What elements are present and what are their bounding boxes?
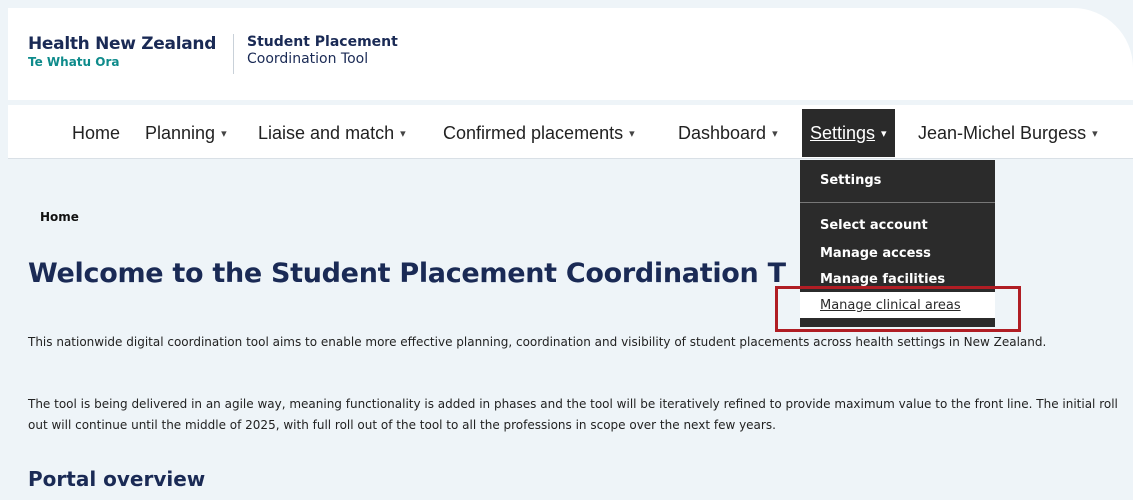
main-nav: Home Planning ▾ Liaise and match ▾ Confirm… [8, 105, 1133, 159]
tool-name-line2: Coordination Tool [247, 51, 369, 67]
intro-paragraph-2: The tool is being delivered in an agile … [28, 397, 1118, 432]
nav-home-label: Home [72, 123, 121, 143]
site-header: Health New Zealand Te Whatu Ora Student … [8, 8, 1133, 100]
nav-settings[interactable]: Settings ▾ [802, 109, 895, 157]
chevron-down-icon: ▾ [400, 128, 406, 140]
menu-item-manage-facilities[interactable]: Manage facilities [820, 272, 945, 287]
chevron-down-icon: ▾ [772, 128, 778, 140]
chevron-down-icon: ▾ [221, 128, 227, 140]
chevron-down-icon: ▾ [629, 128, 635, 140]
menu-divider [800, 202, 995, 203]
nav-liaise-and-match[interactable]: Liaise and match ▾ [258, 118, 406, 148]
menu-item-manage-access[interactable]: Manage access [820, 246, 931, 261]
breadcrumb[interactable]: Home [40, 210, 79, 224]
nav-planning-label: Planning [145, 123, 216, 143]
section-title: Portal overview [28, 467, 206, 491]
tool-name: Student Placement Coordination Tool [247, 34, 398, 68]
chevron-down-icon: ▾ [1092, 128, 1098, 140]
intro-paragraph-1: This nationwide digital coordination too… [28, 335, 1047, 349]
nav-user-menu[interactable]: Jean-Michel Burgess ▾ [918, 118, 1098, 148]
chevron-down-icon: ▾ [881, 128, 887, 140]
nav-planning[interactable]: Planning ▾ [145, 118, 227, 148]
brand-logo[interactable]: Health New Zealand Te Whatu Ora [28, 34, 216, 69]
nav-home[interactable]: Home [72, 118, 120, 148]
menu-item-settings[interactable]: Settings [820, 173, 881, 188]
brand-name: Health New Zealand [28, 34, 217, 54]
nav-settings-label: Settings [810, 123, 876, 143]
nav-confirmed-placements[interactable]: Confirmed placements ▾ [443, 118, 635, 148]
nav-dashboard[interactable]: Dashboard ▾ [678, 118, 778, 148]
brand-divider [233, 34, 234, 74]
nav-user-label: Jean-Michel Burgess [918, 123, 1087, 143]
nav-dashboard-label: Dashboard [678, 123, 767, 143]
nav-liaise-label: Liaise and match [258, 123, 395, 143]
brand-subtitle: Te Whatu Ora [28, 55, 120, 69]
nav-confirmed-label: Confirmed placements [443, 123, 624, 143]
tool-name-line1: Student Placement [247, 34, 398, 50]
page-title: Welcome to the Student Placement Coordin… [28, 258, 786, 289]
highlight-annotation-box [775, 286, 1021, 332]
menu-item-select-account[interactable]: Select account [820, 218, 928, 233]
